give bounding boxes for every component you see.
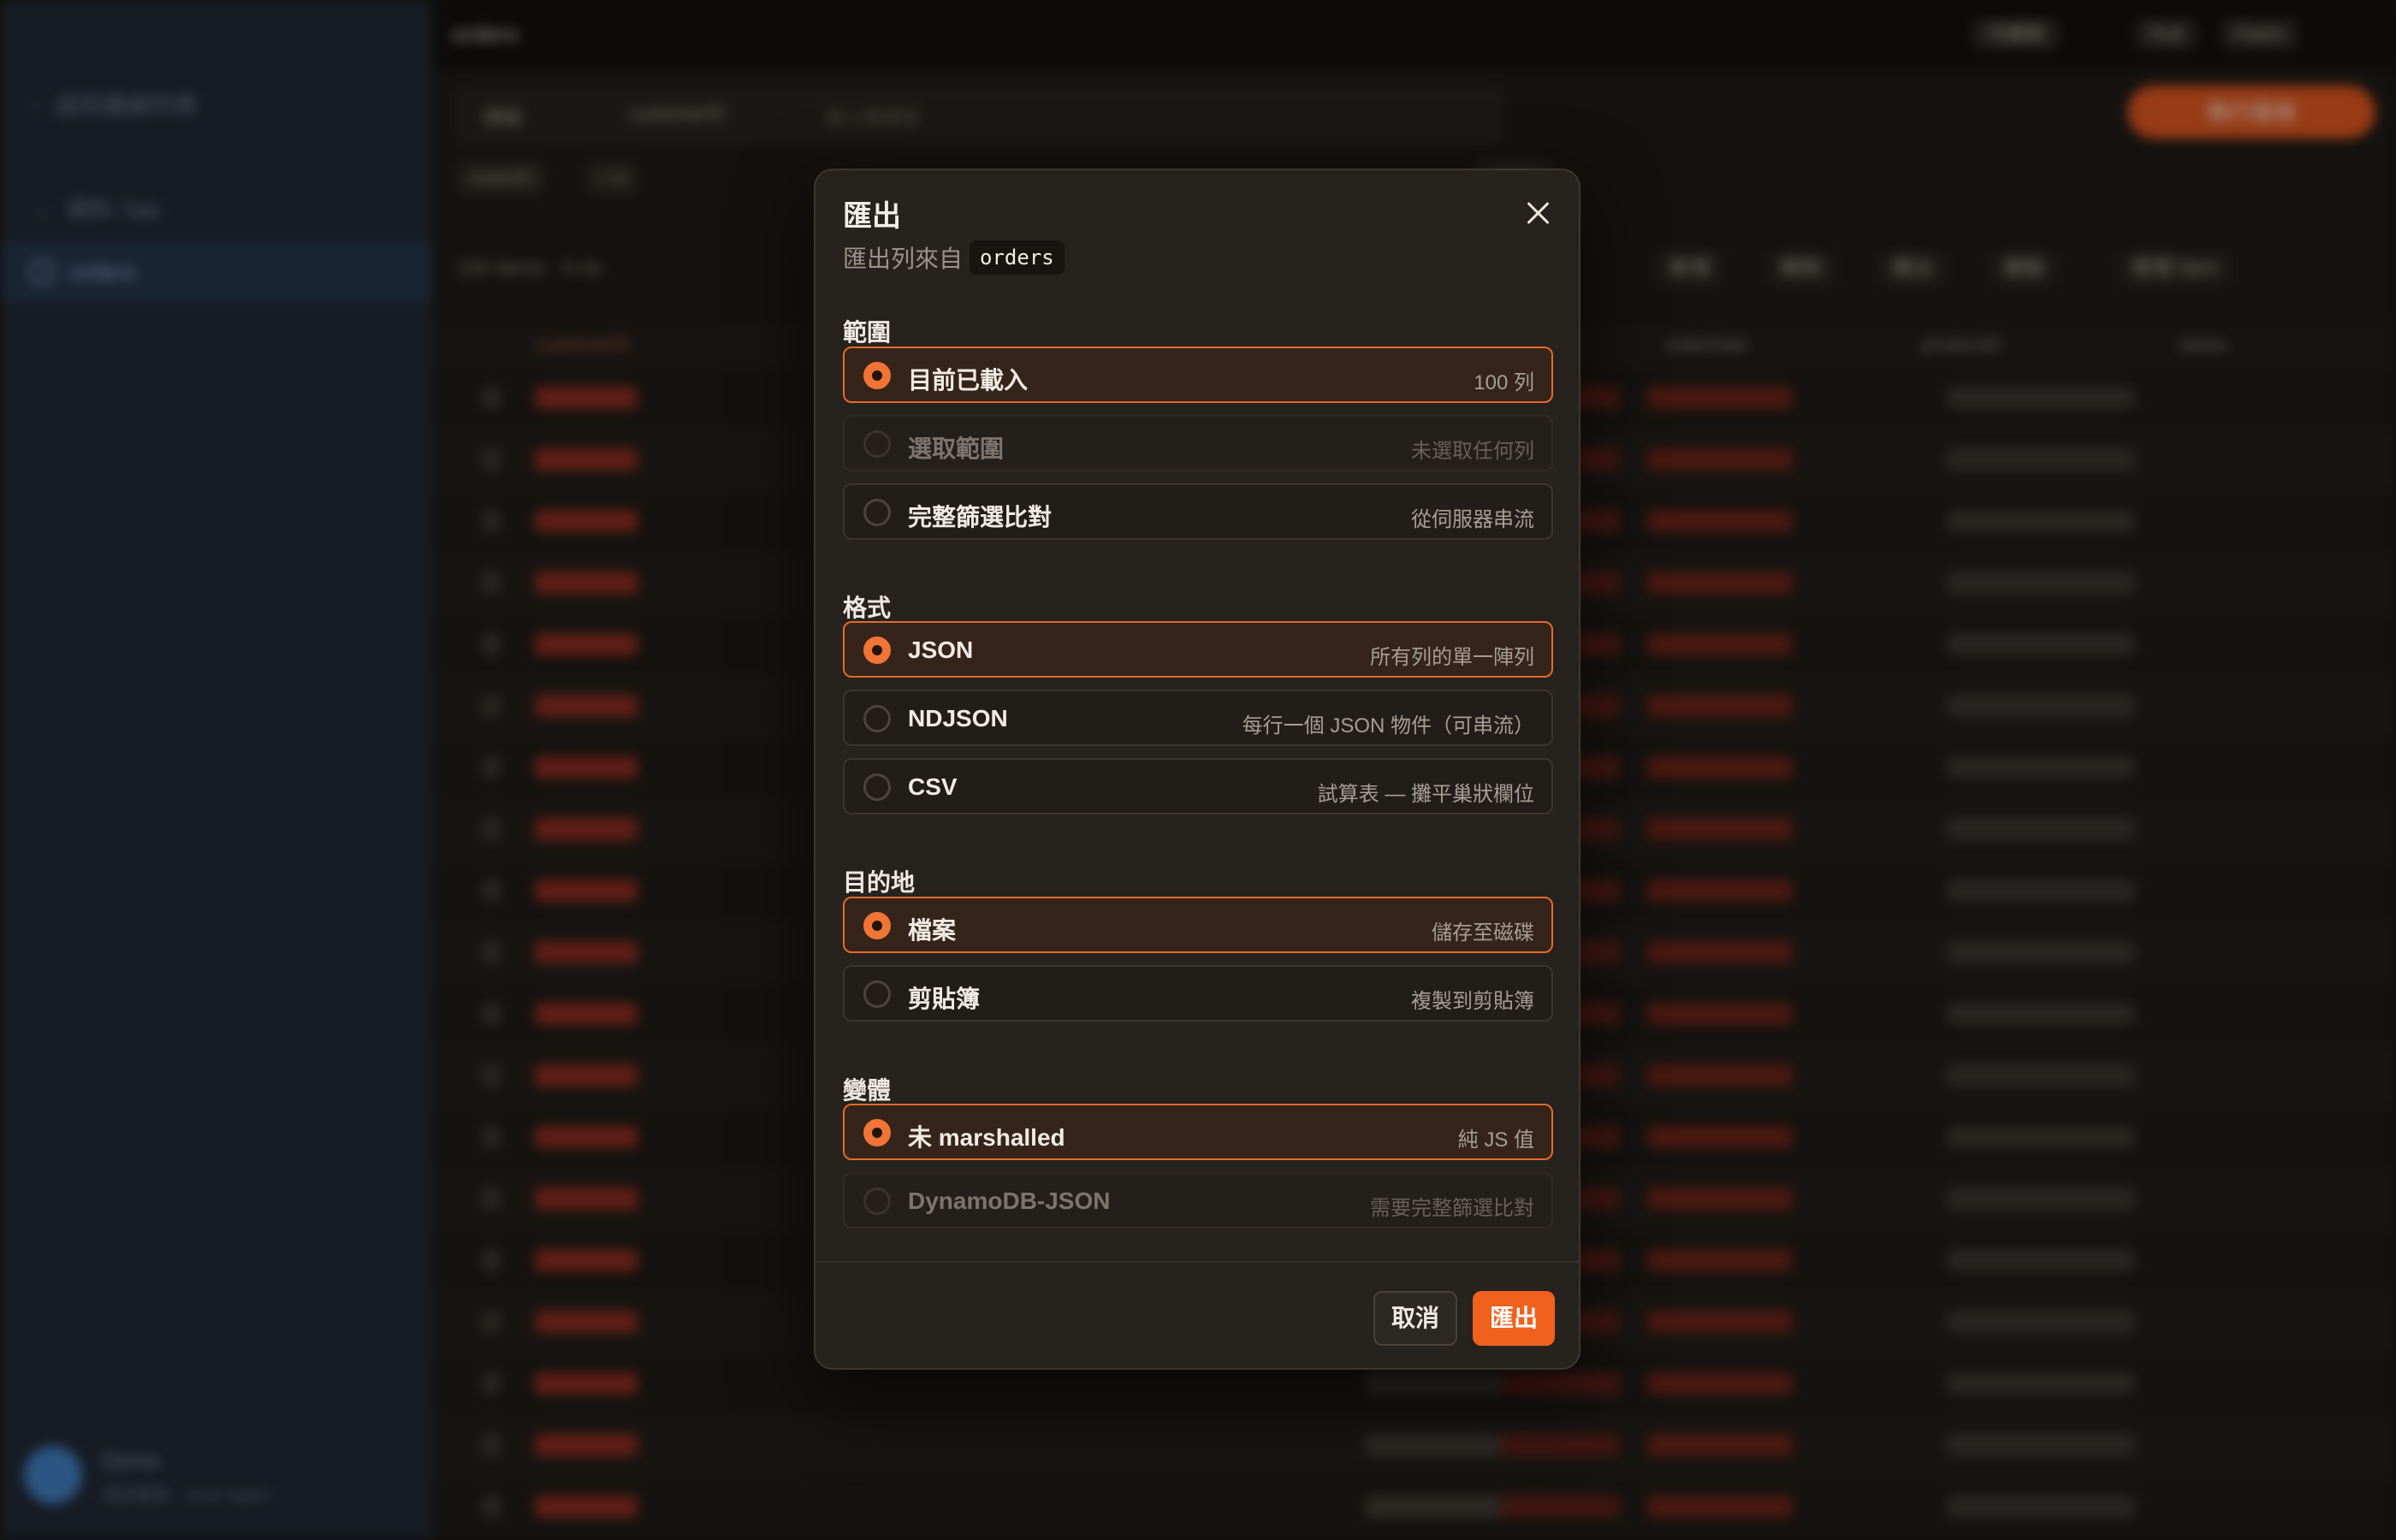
subtitle-text: 匯出列來自	[843, 246, 964, 272]
option-hint: 儲存至磁碟	[1432, 921, 1534, 945]
radio-option[interactable]: NDJSON 每行一個 JSON 物件（可串流）	[843, 690, 1553, 746]
option-hint: 從伺服器串流	[1411, 508, 1534, 531]
radio-selected-icon[interactable]	[863, 637, 891, 664]
option-hint: 試算表 — 攤平巢狀欄位	[1317, 783, 1534, 806]
option-label: 選取範圍	[908, 435, 1005, 462]
close-icon[interactable]	[1521, 196, 1555, 230]
option-hint: 需要完整篩選比對	[1370, 1197, 1534, 1220]
radio-option: DynamoDB-JSON 需要完整篩選比對	[843, 1172, 1553, 1229]
option-hint: 未選取任何列	[1411, 440, 1534, 463]
footer-divider	[815, 1261, 1579, 1263]
option-label: 檔案	[908, 917, 957, 944]
option-hint: 複製到剪貼簿	[1411, 990, 1534, 1013]
cancel-button[interactable]: 取消	[1373, 1291, 1457, 1346]
option-label: 剪貼簿	[908, 986, 981, 1012]
radio-option[interactable]: 目前已載入 100 列	[843, 346, 1553, 403]
radio-option[interactable]: CSV 試算表 — 攤平巢狀欄位	[843, 758, 1553, 814]
table-name-code: orders	[970, 240, 1065, 275]
section-label: 變體	[843, 1077, 892, 1104]
radio-option[interactable]: JSON 所有列的單一陣列	[843, 621, 1553, 678]
radio-option[interactable]: 檔案 儲存至磁碟	[843, 897, 1553, 953]
radio-option[interactable]: 剪貼簿 複製到剪貼簿	[843, 965, 1553, 1022]
radio-selected-icon[interactable]	[863, 912, 891, 939]
section-label: 格式	[843, 595, 892, 621]
option-label: 目前已載入	[908, 367, 1029, 394]
option-hint: 純 JS 值	[1457, 1128, 1534, 1152]
radio-icon[interactable]	[863, 499, 891, 526]
option-label: JSON	[908, 637, 974, 663]
radio-icon[interactable]	[863, 773, 891, 801]
radio-option[interactable]: 未 marshalled 純 JS 值	[843, 1104, 1553, 1160]
export-dialog: 匯出 匯出列來自 orders 範圍 目前已載入 100 列選取範圍 未選取任何列完整…	[814, 169, 1581, 1370]
option-hint: 每行一個 JSON 物件（可串流）	[1242, 714, 1534, 737]
radio-icon	[863, 430, 891, 458]
radio-option[interactable]: 完整篩選比對 從伺服器串流	[843, 483, 1553, 540]
radio-icon[interactable]	[863, 705, 891, 732]
option-hint: 所有列的單一陣列	[1370, 646, 1534, 669]
radio-selected-icon[interactable]	[863, 362, 891, 389]
option-label: CSV	[908, 773, 958, 800]
option-label: DynamoDB-JSON	[908, 1188, 1111, 1214]
radio-option: 選取範圍 未選取任何列	[843, 415, 1553, 471]
export-button[interactable]: 匯出	[1473, 1291, 1555, 1346]
radio-selected-icon[interactable]	[863, 1119, 891, 1146]
option-hint: 100 列	[1474, 371, 1534, 394]
radio-icon[interactable]	[863, 980, 891, 1008]
dialog-subtitle: 匯出列來自 orders	[843, 240, 1065, 275]
option-label: NDJSON	[908, 705, 1008, 732]
radio-icon	[863, 1188, 891, 1215]
section-label: 範圍	[843, 319, 892, 346]
option-label: 完整篩選比對	[908, 504, 1053, 530]
section-label: 目的地	[843, 869, 916, 896]
option-label: 未 marshalled	[908, 1124, 1065, 1151]
dialog-title: 匯出	[843, 200, 901, 233]
